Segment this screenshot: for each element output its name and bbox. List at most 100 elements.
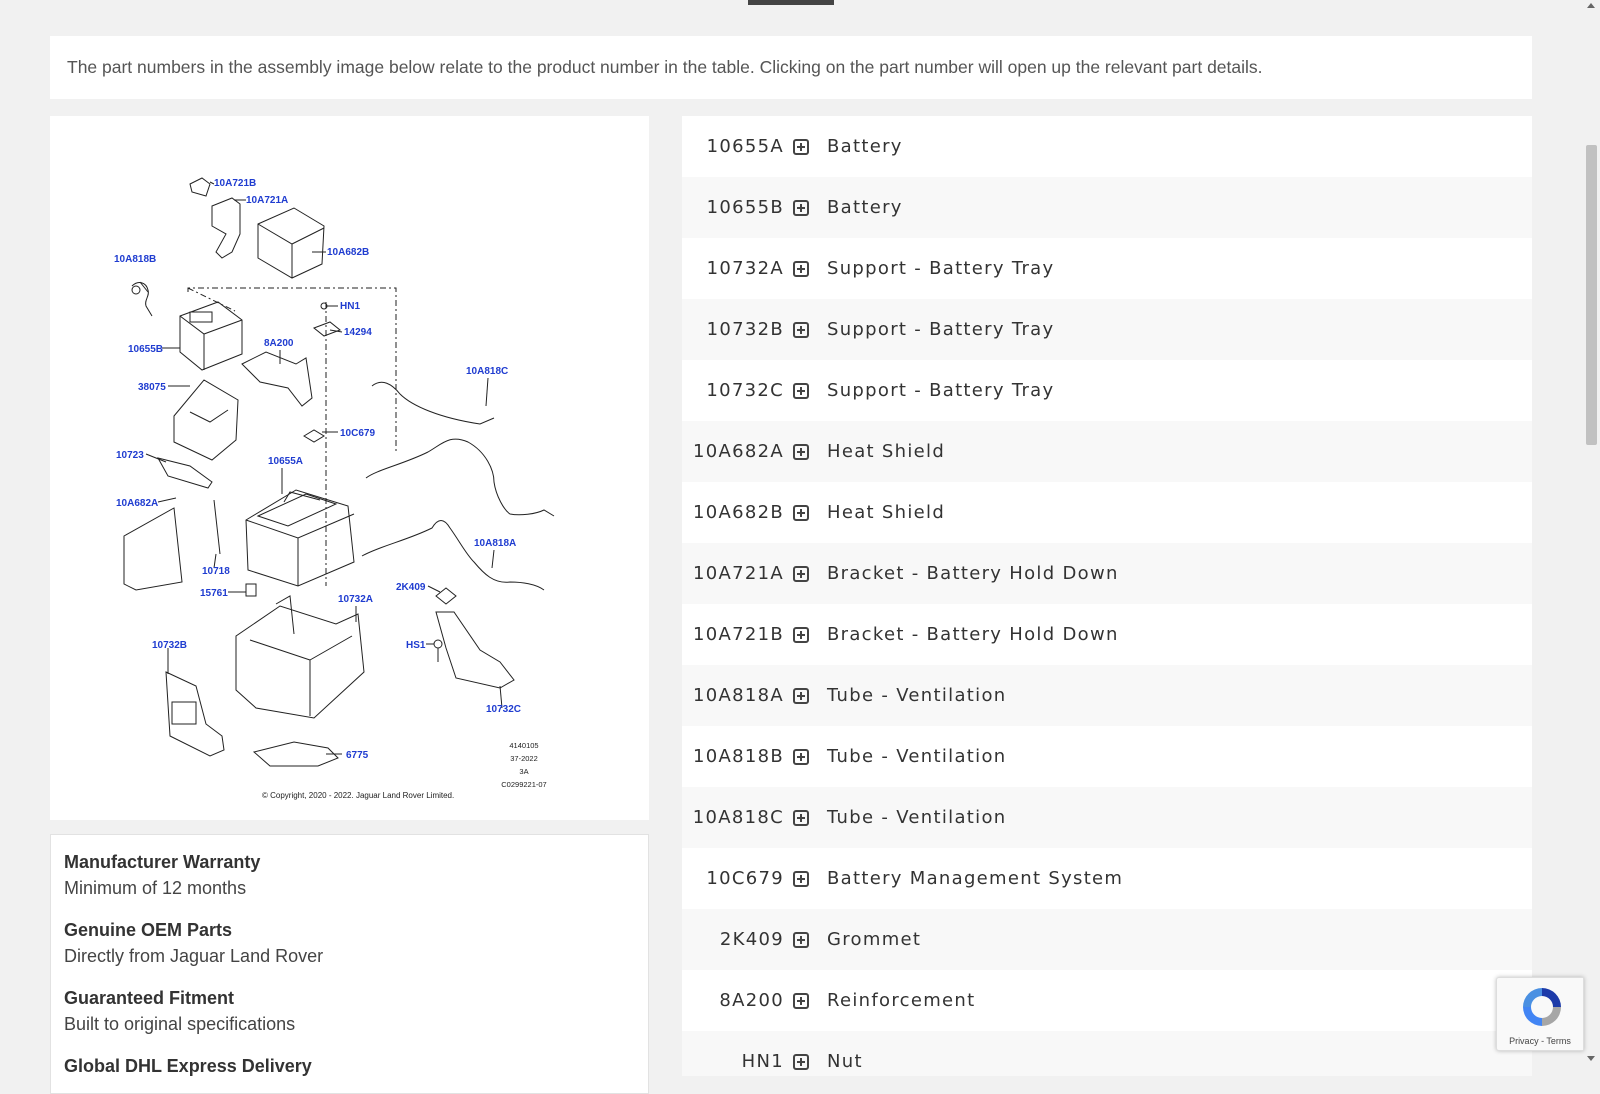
- part-number[interactable]: 10655A: [682, 136, 786, 157]
- page-scrollbar[interactable]: [1583, 0, 1600, 1067]
- part-number[interactable]: 10A818B: [682, 746, 786, 767]
- plus-square-icon[interactable]: [793, 321, 809, 338]
- callout-10A682A[interactable]: 10A682A: [116, 498, 158, 509]
- part-row[interactable]: 10732C Support - Battery Tray: [682, 360, 1532, 421]
- info-title: Global DHL Express Delivery: [64, 1056, 312, 1076]
- part-row[interactable]: 10655A Battery: [682, 116, 1532, 177]
- part-number[interactable]: 8A200: [682, 990, 786, 1011]
- plus-square-icon[interactable]: [793, 443, 809, 460]
- scroll-down-arrow-icon[interactable]: [1587, 1056, 1595, 1061]
- plus-square-icon[interactable]: [793, 138, 809, 155]
- part-number[interactable]: 10655B: [682, 197, 786, 218]
- callout-10732B[interactable]: 10732B: [152, 640, 187, 651]
- plus-square-icon[interactable]: [793, 382, 809, 399]
- plus-square-icon[interactable]: [793, 504, 809, 521]
- callout-10A818C[interactable]: 10A818C: [466, 366, 508, 377]
- callout-38075[interactable]: 38075: [138, 382, 166, 393]
- callout-10723[interactable]: 10723: [116, 450, 144, 461]
- part-name[interactable]: Reinforcement: [827, 990, 975, 1011]
- part-name[interactable]: Bracket - Battery Hold Down: [827, 624, 1119, 645]
- scrollbar-thumb[interactable]: [1586, 145, 1597, 445]
- callout-10732C[interactable]: 10732C: [486, 704, 521, 715]
- recaptcha-badge[interactable]: Privacy - Terms: [1496, 977, 1584, 1051]
- part-number[interactable]: 10A818C: [682, 807, 786, 828]
- part-number[interactable]: 10C679: [682, 868, 786, 889]
- scroll-up-arrow-icon[interactable]: [1587, 3, 1595, 8]
- callout-HS1[interactable]: HS1: [406, 640, 426, 651]
- part-name[interactable]: Tube - Ventilation: [827, 807, 1006, 828]
- part-number[interactable]: HN1: [682, 1051, 786, 1072]
- part-row[interactable]: HN1 Nut: [682, 1031, 1532, 1076]
- part-number[interactable]: 10732A: [682, 258, 786, 279]
- part-name[interactable]: Support - Battery Tray: [827, 380, 1054, 401]
- part-row[interactable]: 10A818B Tube - Ventilation: [682, 726, 1532, 787]
- part-row[interactable]: 10A721B Bracket - Battery Hold Down: [682, 604, 1532, 665]
- part-name[interactable]: Battery: [827, 197, 903, 218]
- part-row[interactable]: 10A721A Bracket - Battery Hold Down: [682, 543, 1532, 604]
- part-name[interactable]: Heat Shield: [827, 441, 945, 462]
- plus-square-icon[interactable]: [793, 260, 809, 277]
- callout-15761[interactable]: 15761: [200, 588, 228, 599]
- callout-10A721A[interactable]: 10A721A: [246, 195, 288, 206]
- assembly-diagram-svg: 10A721B 10A721A 10A682B 10A818B HN1 1429…: [114, 177, 555, 800]
- part-name[interactable]: Support - Battery Tray: [827, 319, 1054, 340]
- part-name[interactable]: Battery: [827, 136, 903, 157]
- callout-10A721B[interactable]: 10A721B: [214, 178, 256, 189]
- part-row[interactable]: 10C679 Battery Management System: [682, 848, 1532, 909]
- part-name[interactable]: Heat Shield: [827, 502, 945, 523]
- part-row[interactable]: 10A818A Tube - Ventilation: [682, 665, 1532, 726]
- plus-square-icon[interactable]: [793, 565, 809, 582]
- plus-square-icon[interactable]: [793, 1053, 809, 1070]
- plus-square-icon[interactable]: [793, 870, 809, 887]
- part-number[interactable]: 10A721A: [682, 563, 786, 584]
- part-row[interactable]: 8A200 Reinforcement: [682, 970, 1532, 1031]
- callout-10A682B[interactable]: 10A682B: [327, 247, 369, 258]
- part-name[interactable]: Bracket - Battery Hold Down: [827, 563, 1119, 584]
- callout-10655A[interactable]: 10655A: [268, 456, 303, 467]
- privacy-link[interactable]: Privacy: [1509, 1036, 1539, 1046]
- part-number[interactable]: 10732C: [682, 380, 786, 401]
- part-number[interactable]: 10A682B: [682, 502, 786, 523]
- part-name[interactable]: Tube - Ventilation: [827, 685, 1006, 706]
- callout-2K409[interactable]: 2K409: [396, 582, 426, 593]
- callout-10A818A[interactable]: 10A818A: [474, 538, 516, 549]
- callout-10655B[interactable]: 10655B: [128, 344, 163, 355]
- part-row[interactable]: 10732A Support - Battery Tray: [682, 238, 1532, 299]
- info-desc: Built to original specifications: [64, 1014, 296, 1034]
- part-name[interactable]: Nut: [827, 1051, 863, 1072]
- part-row[interactable]: 10A818C Tube - Ventilation: [682, 787, 1532, 848]
- callout-10718[interactable]: 10718: [202, 566, 230, 577]
- plus-square-icon[interactable]: [793, 992, 809, 1009]
- part-row[interactable]: 2K409 Grommet: [682, 909, 1532, 970]
- plus-square-icon[interactable]: [793, 748, 809, 765]
- part-name[interactable]: Tube - Ventilation: [827, 746, 1006, 767]
- part-row[interactable]: 10A682B Heat Shield: [682, 482, 1532, 543]
- plus-square-icon[interactable]: [793, 931, 809, 948]
- plus-square-icon[interactable]: [793, 809, 809, 826]
- callout-10C679[interactable]: 10C679: [340, 428, 375, 439]
- callout-6775[interactable]: 6775: [346, 750, 369, 761]
- terms-link[interactable]: Terms: [1546, 1036, 1571, 1046]
- notice-text: The part numbers in the assembly image b…: [67, 57, 1263, 77]
- callout-14294[interactable]: 14294: [344, 327, 372, 338]
- callout-HN1[interactable]: HN1: [340, 301, 360, 312]
- plus-square-icon[interactable]: [793, 626, 809, 643]
- part-row[interactable]: 10732B Support - Battery Tray: [682, 299, 1532, 360]
- part-number[interactable]: 10A721B: [682, 624, 786, 645]
- part-row[interactable]: 10A682A Heat Shield: [682, 421, 1532, 482]
- drawing-code-line: 3A: [519, 767, 528, 776]
- callout-10A818B[interactable]: 10A818B: [114, 254, 156, 265]
- part-number[interactable]: 10A682A: [682, 441, 786, 462]
- part-number[interactable]: 10A818A: [682, 685, 786, 706]
- part-name[interactable]: Support - Battery Tray: [827, 258, 1054, 279]
- callout-8A200[interactable]: 8A200: [264, 338, 294, 349]
- part-name[interactable]: Battery Management System: [827, 868, 1123, 889]
- part-number[interactable]: 2K409: [682, 929, 786, 950]
- plus-square-icon[interactable]: [793, 687, 809, 704]
- part-number[interactable]: 10732B: [682, 319, 786, 340]
- part-name[interactable]: Grommet: [827, 929, 921, 950]
- part-row[interactable]: 10655B Battery: [682, 177, 1532, 238]
- drawing-code-line: C0299221-07: [501, 780, 546, 789]
- callout-10732A[interactable]: 10732A: [338, 594, 373, 605]
- plus-square-icon[interactable]: [793, 199, 809, 216]
